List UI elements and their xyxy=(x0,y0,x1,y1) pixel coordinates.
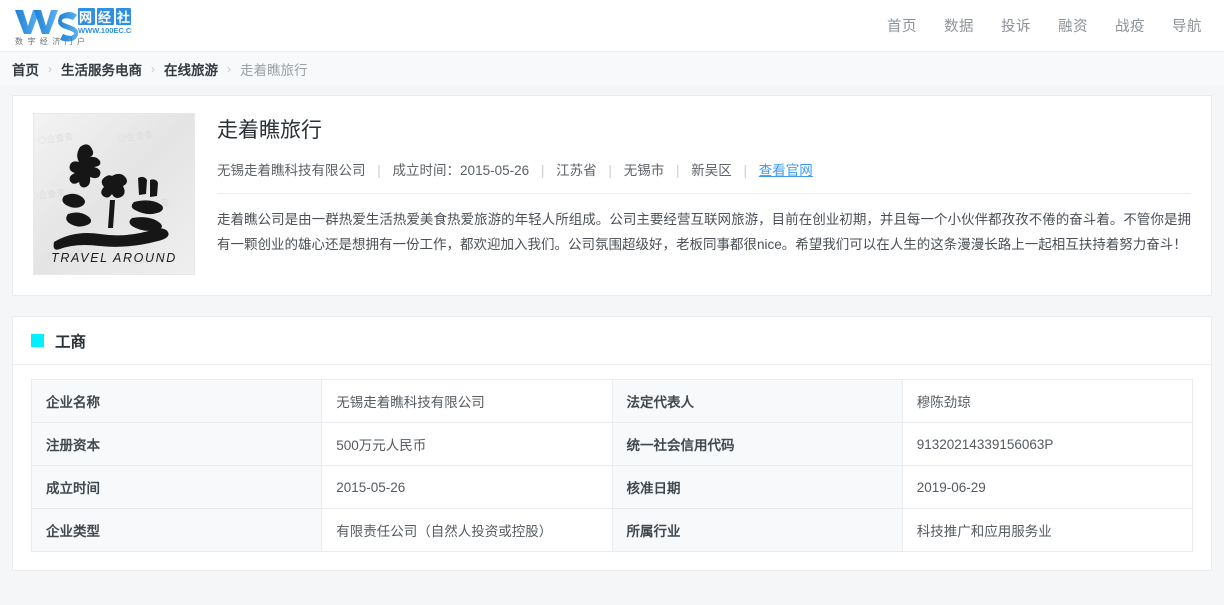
svg-text:网: 网 xyxy=(79,10,92,25)
main-navigation: 首页 数据 投诉 融资 战疫 导航 xyxy=(887,15,1202,36)
breadcrumb-item-home[interactable]: 首页 xyxy=(12,59,39,79)
breadcrumb-separator-icon: › xyxy=(151,61,155,76)
breadcrumb-item-life-services[interactable]: 生活服务电商 xyxy=(61,59,142,79)
cell-value: 2019-06-29 xyxy=(901,465,1194,509)
meta-separator: | xyxy=(540,163,545,179)
table-row: 注册资本 500万元人民币 统一社会信用代码 91320214339156063… xyxy=(30,422,1194,466)
city-value: 无锡市 xyxy=(623,163,665,179)
cell-value: 无锡走着瞧科技有限公司 xyxy=(321,379,613,423)
meta-separator: | xyxy=(377,163,381,179)
meta-separator: | xyxy=(675,163,680,179)
site-header: 网 经 社 WWW.100EC.CN 数字经济门户 首页 数据 投诉 融资 战疫… xyxy=(0,0,1224,52)
cell-value: 穆陈劲琼 xyxy=(901,379,1194,423)
cell-label: 核准日期 xyxy=(611,465,903,509)
cell-value: 500万元人民币 xyxy=(321,422,613,466)
cell-label: 成立时间 xyxy=(30,465,323,509)
breadcrumb-item-current: 走着瞧旅行 xyxy=(240,62,308,78)
breadcrumb: 首页 › 生活服务电商 › 在线旅游 › 走着瞧旅行 xyxy=(0,52,1224,85)
table-row: 企业名称 无锡走着瞧科技有限公司 法定代表人 穆陈劲琼 xyxy=(30,379,1194,423)
cell-label: 企业名称 xyxy=(30,379,323,423)
cell-value: 有限责任公司（自然人投资或控股） xyxy=(321,508,613,552)
business-section-header: 工商 xyxy=(13,317,1211,365)
svg-text:经: 经 xyxy=(98,10,111,25)
svg-text:社: 社 xyxy=(116,10,130,25)
svg-text:数字经济门户: 数字经济门户 xyxy=(15,36,89,46)
nav-item-home[interactable]: 首页 xyxy=(887,15,917,36)
table-row: 企业类型 有限责任公司（自然人投资或控股） 所属行业 科技推广和应用服务业 xyxy=(30,508,1194,552)
founded-label: 成立时间： xyxy=(392,163,461,179)
nav-item-guide[interactable]: 导航 xyxy=(1172,15,1202,36)
business-info-table: 企业名称 无锡走着瞧科技有限公司 法定代表人 穆陈劲琼 注册资本 500万元人民… xyxy=(30,379,1194,552)
cell-label: 法定代表人 xyxy=(611,379,903,423)
founded-value: 2015-05-26 xyxy=(460,163,530,179)
cell-label: 注册资本 xyxy=(30,422,323,466)
district-value: 新吴区 xyxy=(691,163,732,179)
table-row: 成立时间 2015-05-26 核准日期 2019-06-29 xyxy=(30,465,1194,509)
square-marker-icon xyxy=(31,334,44,347)
business-section-title: 工商 xyxy=(55,333,87,351)
site-logo[interactable]: 网 经 社 WWW.100EC.CN 数字经济门户 xyxy=(12,4,132,48)
meta-separator: | xyxy=(608,163,612,179)
breadcrumb-separator-icon: › xyxy=(227,61,231,76)
province-value: 江苏省 xyxy=(556,163,597,179)
cell-value: 科技推广和应用服务业 xyxy=(901,508,1194,552)
company-legal-name: 无锡走着瞧科技有限公司 xyxy=(217,163,366,179)
company-logo-image: ◎企查查 ◎企查查 ◎企查查 ◎企查查 ◎企查查 ◎企查查 xyxy=(33,113,195,275)
business-info-card: 工商 企业名称 无锡走着瞧科技有限公司 法定代表人 穆陈劲琼 注册资本 500万… xyxy=(12,316,1212,571)
company-meta-line: 无锡走着瞧科技有限公司 | 成立时间：2015-05-26 | 江苏省 | 无锡… xyxy=(217,159,1191,195)
page-title: 走着瞧旅行 xyxy=(217,119,322,142)
company-profile-card: ◎企查查 ◎企查查 ◎企查查 ◎企查查 ◎企查查 ◎企查查 xyxy=(12,95,1212,296)
official-website-link[interactable]: 查看官网 xyxy=(759,163,813,178)
nav-item-complaint[interactable]: 投诉 xyxy=(1001,15,1031,36)
cell-value: 91320214339156063P xyxy=(901,422,1194,466)
cell-value: 2015-05-26 xyxy=(321,465,613,509)
cell-label: 企业类型 xyxy=(30,508,323,552)
company-profile-body: 走着瞧旅行 无锡走着瞧科技有限公司 | 成立时间：2015-05-26 | 江苏… xyxy=(195,113,1191,275)
svg-text:TRAVEL AROUND: TRAVEL AROUND xyxy=(51,251,177,265)
company-description: 走着瞧公司是由一群热爱生活热爱美食热爱旅游的年轻人所组成。公司主要经营互联网旅游… xyxy=(217,212,1191,253)
nav-item-financing[interactable]: 融资 xyxy=(1058,15,1088,36)
breadcrumb-separator-icon: › xyxy=(48,61,52,76)
cell-label: 统一社会信用代码 xyxy=(611,422,903,466)
cell-label: 所属行业 xyxy=(611,508,903,552)
breadcrumb-item-online-travel[interactable]: 在线旅游 xyxy=(164,59,218,79)
nav-item-data[interactable]: 数据 xyxy=(944,15,974,36)
meta-separator: | xyxy=(743,163,748,179)
svg-text:WWW.100EC.CN: WWW.100EC.CN xyxy=(78,26,132,35)
nav-item-epidemic[interactable]: 战疫 xyxy=(1115,15,1145,36)
